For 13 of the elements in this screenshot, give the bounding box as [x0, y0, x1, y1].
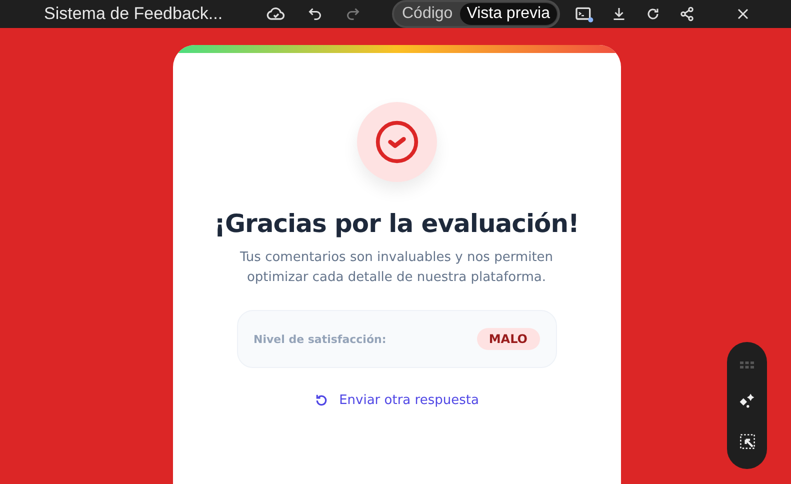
rating-badge: MALO [476, 328, 540, 350]
message: Tus comentarios son invaluables y nos permiten optimizar cada detalle de nuestra plataforma. [238, 249, 554, 287]
send-again-link[interactable]: Enviar otra respuesta [308, 392, 485, 409]
satisfaction-label: Nivel de satisfacción: [254, 332, 386, 346]
view-tab[interactable]: Vista previa [460, 3, 558, 25]
heading: ¡Gracias por la evaluación! [214, 209, 579, 238]
share-icon[interactable] [678, 5, 696, 23]
view-tab[interactable]: Código [395, 3, 460, 25]
window-title: Sistema de Feedback... [44, 4, 224, 24]
sparkle-icon[interactable] [738, 392, 756, 410]
undo-icon[interactable] [306, 5, 324, 23]
reload-icon [314, 393, 330, 408]
redo-icon[interactable] [344, 5, 362, 23]
